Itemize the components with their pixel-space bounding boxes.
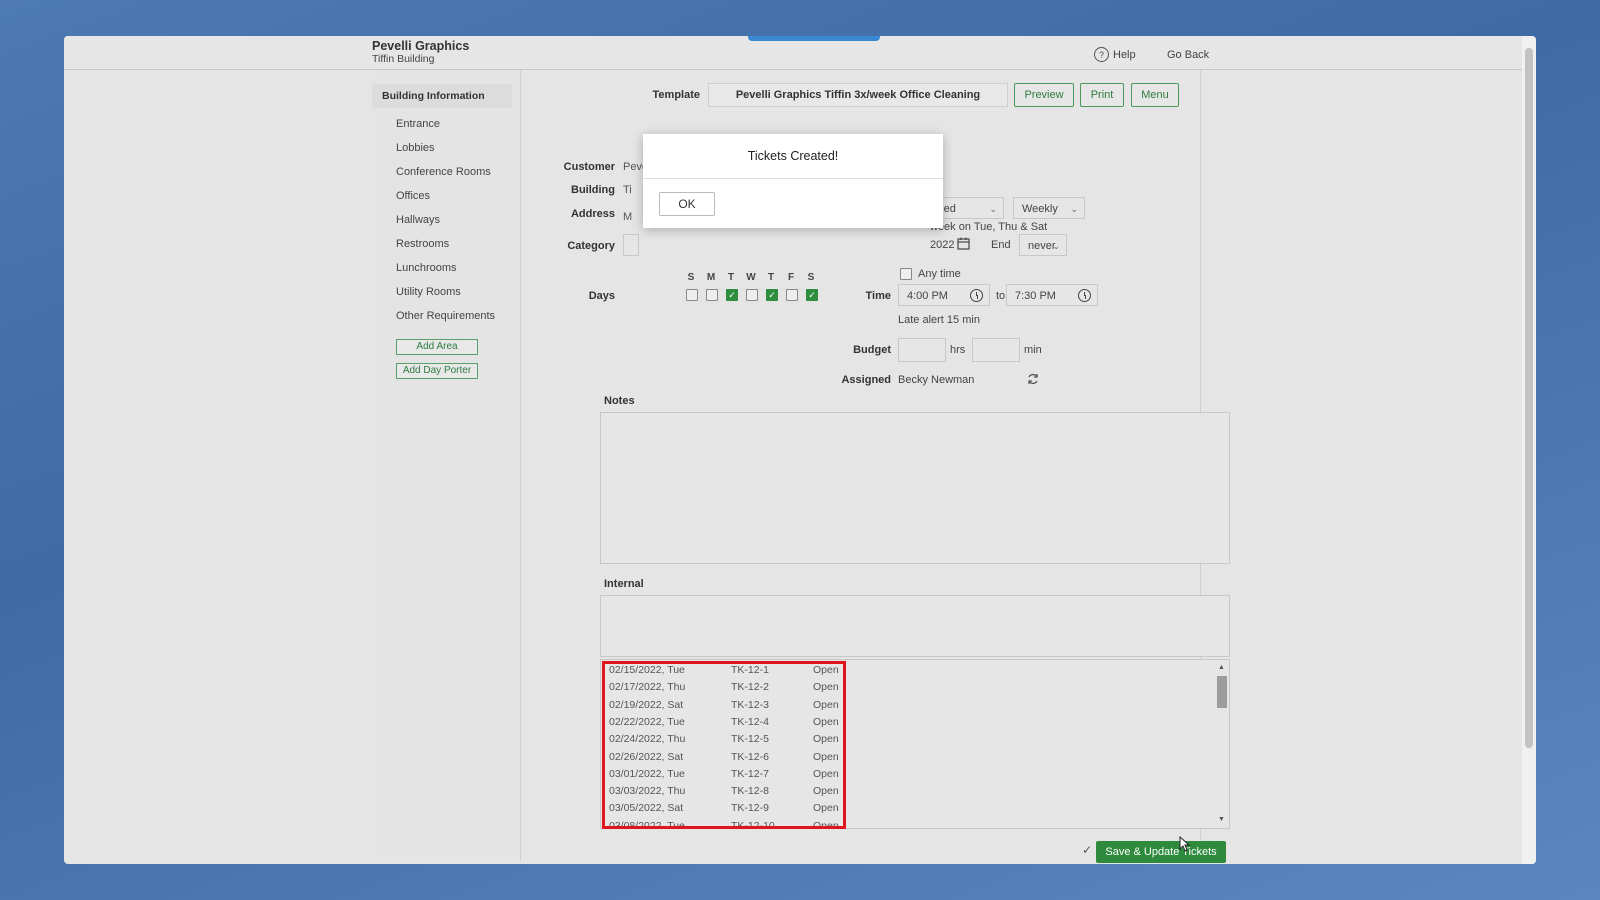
day-checkbox[interactable] [746, 289, 758, 301]
day-checkbox[interactable] [706, 289, 718, 301]
scroll-up-icon[interactable]: ▲ [1218, 664, 1225, 671]
budget-hours-input[interactable] [898, 338, 946, 362]
recurrence-summary: week on Tue, Thu & Sat [930, 221, 1048, 233]
chevron-down-icon: ⌄ [1052, 241, 1060, 251]
assigned-label: Assigned [841, 374, 891, 386]
scroll-thumb[interactable] [1217, 676, 1227, 708]
go-back-link[interactable]: Go Back [1167, 49, 1209, 61]
sidebar-item-hallways[interactable]: Hallways [396, 214, 440, 226]
category-label: Category [567, 240, 615, 252]
building-name: Tiffin Building [372, 53, 435, 65]
time-from-value: 4:00 PM [907, 290, 948, 302]
end-value: never [1028, 240, 1056, 252]
company-name: Pevelli Graphics [372, 39, 470, 53]
day-letter: T [767, 272, 775, 283]
budget-hrs-unit: hrs [950, 344, 966, 356]
refresh-icon[interactable] [1026, 372, 1040, 386]
preview-button[interactable]: Preview [1014, 83, 1074, 107]
budget-minutes-input[interactable] [972, 338, 1020, 362]
end-label: End [991, 239, 1011, 251]
internal-label: Internal [604, 578, 644, 590]
help-label: Help [1113, 48, 1136, 61]
print-button[interactable]: Print [1080, 83, 1124, 107]
budget-label: Budget [853, 344, 891, 356]
building-value: Ti [623, 184, 632, 196]
tickets-scrollbar[interactable]: ▲ ▼ [1216, 664, 1228, 826]
time-to-input[interactable]: 7:30 PM [1006, 284, 1098, 306]
start-date-value[interactable]: 2022 [930, 239, 954, 251]
any-time-checkbox[interactable] [900, 268, 912, 280]
sidebar-item-lobbies[interactable]: Lobbies [396, 142, 435, 154]
customer-label: Customer [563, 161, 615, 173]
budget-min-unit: min [1024, 344, 1042, 356]
internal-textarea[interactable] [600, 595, 1230, 657]
day-checkbox[interactable] [786, 289, 798, 301]
sidebar-item-conference-rooms[interactable]: Conference Rooms [396, 166, 491, 178]
day-checkbox[interactable]: ✓ [806, 289, 818, 301]
sidebar: Building Information Entrance Lobbies Co… [372, 70, 521, 860]
sidebar-section-building-information[interactable]: Building Information [372, 84, 512, 108]
help-link[interactable]: ? Help [1094, 47, 1136, 62]
day-checkbox[interactable] [686, 289, 698, 301]
time-to-label: to [996, 290, 1006, 302]
sidebar-item-restrooms[interactable]: Restrooms [396, 238, 449, 250]
frequency-value: Weekly [1022, 203, 1058, 215]
add-day-porter-button[interactable]: Add Day Porter [396, 363, 478, 379]
top-accent-bar [748, 36, 880, 41]
time-from-input[interactable]: 4:00 PM [898, 284, 990, 306]
menu-button[interactable]: Menu [1131, 83, 1179, 107]
template-name-field[interactable]: Pevelli Graphics Tiffin 3x/week Office C… [708, 83, 1008, 107]
window-scroll-thumb[interactable] [1525, 48, 1533, 748]
help-icon: ? [1094, 47, 1109, 62]
sidebar-item-other-requirements[interactable]: Other Requirements [396, 310, 495, 322]
window-scrollbar[interactable] [1522, 36, 1536, 864]
day-letter: S [687, 272, 695, 283]
address-value: M [623, 211, 633, 223]
tickets-created-dialog: Tickets Created! OK [643, 134, 943, 228]
building-label: Building [571, 184, 615, 196]
check-icon: ✓ [1082, 843, 1093, 857]
template-label: Template [652, 89, 700, 101]
day-letter: W [746, 272, 756, 283]
sidebar-item-entrance[interactable]: Entrance [396, 118, 440, 130]
day-letter: M [706, 272, 716, 283]
chevron-down-icon: ⌄ [1070, 204, 1078, 214]
scroll-down-icon[interactable]: ▼ [1218, 816, 1225, 823]
notes-label: Notes [604, 395, 635, 407]
day-checkbox[interactable]: ✓ [726, 289, 738, 301]
end-select[interactable]: never ⌄ [1019, 234, 1067, 256]
time-to-value: 7:30 PM [1015, 290, 1056, 302]
clock-icon [970, 289, 983, 302]
any-time-label: Any time [918, 268, 961, 280]
top-bar: Pevelli Graphics Tiffin Building ? Help … [64, 36, 1522, 70]
day-letter: F [787, 272, 795, 283]
late-alert-text: Late alert 15 min [898, 314, 980, 326]
address-label: Address [570, 208, 615, 220]
day-letter: S [807, 272, 815, 283]
add-area-button[interactable]: Add Area [396, 339, 478, 355]
days-label: Days [588, 290, 615, 302]
save-update-tickets-button[interactable]: Save & Update Tickets [1096, 841, 1226, 863]
assigned-value: Becky Newman [898, 374, 975, 386]
ok-button[interactable]: OK [659, 192, 715, 216]
calendar-icon[interactable] [957, 237, 970, 250]
category-select[interactable] [623, 234, 639, 256]
frequency-select[interactable]: Weekly ⌄ [1013, 197, 1085, 219]
ticket-highlight-box [602, 661, 846, 829]
dialog-title: Tickets Created! [643, 134, 943, 179]
time-label: Time [865, 290, 891, 302]
day-checkbox[interactable]: ✓ [766, 289, 778, 301]
day-letter: T [727, 272, 735, 283]
sidebar-item-lunchrooms[interactable]: Lunchrooms [396, 262, 457, 274]
notes-textarea[interactable] [600, 412, 1230, 564]
sidebar-item-offices[interactable]: Offices [396, 190, 430, 202]
clock-icon [1078, 289, 1091, 302]
mouse-cursor-icon [1179, 836, 1191, 852]
chevron-down-icon: ⌄ [989, 204, 997, 214]
sidebar-item-utility-rooms[interactable]: Utility Rooms [396, 286, 461, 298]
